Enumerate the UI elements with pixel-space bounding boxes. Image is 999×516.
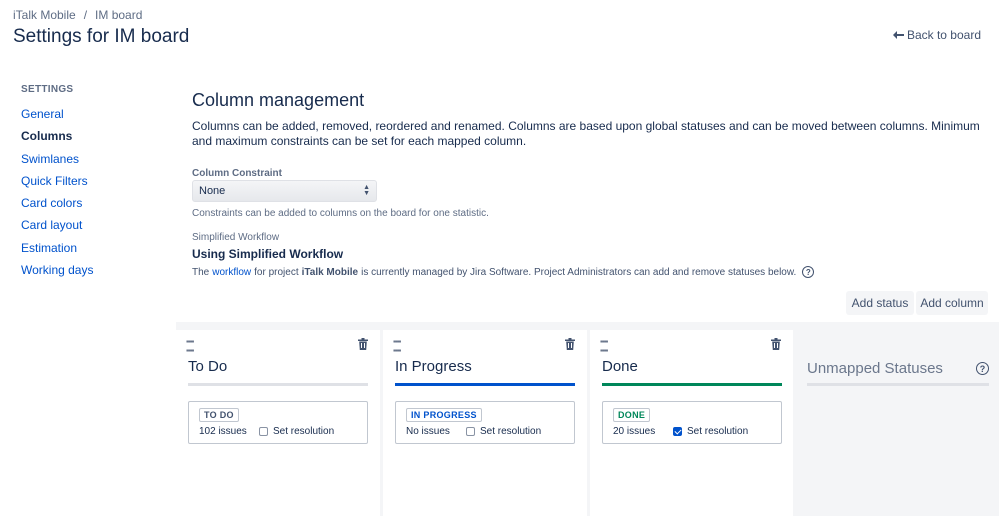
set-resolution-label: Set resolution (273, 426, 335, 437)
status-lozenge: DONE (613, 408, 651, 422)
column-title[interactable]: To Do (188, 358, 227, 375)
sidebar-item-card-layout[interactable]: Card layout (21, 214, 161, 236)
issue-count: No issues (406, 426, 450, 437)
status-card[interactable]: IN PROGRESS No issues Set resolution (395, 401, 575, 444)
page-title: Settings for IM board (13, 26, 190, 47)
set-resolution-checkbox[interactable] (466, 427, 475, 436)
column-bar (188, 383, 368, 386)
add-column-button[interactable]: Add column (916, 291, 988, 315)
simplified-workflow-label: Simplified Workflow (192, 232, 280, 243)
sidebar-section-title: SETTINGS (21, 84, 74, 95)
settings-sidebar: SETTINGS General Columns Swimlanes Quick… (21, 84, 161, 281)
column-done[interactable]: ▪▪▪▪ ▪▪▪▪ Done DONE 20 issues Set resolut… (590, 330, 793, 516)
set-resolution[interactable]: Set resolution (673, 426, 748, 437)
sidebar-item-estimation[interactable]: Estimation (21, 237, 161, 259)
simplified-workflow-text: The workflow for project iTalk Mobile is… (192, 266, 815, 278)
column-title[interactable]: In Progress (395, 358, 472, 375)
section-description: Columns can be added, removed, reordered… (192, 119, 980, 148)
set-resolution-label: Set resolution (687, 426, 749, 437)
add-status-button[interactable]: Add status (846, 291, 914, 315)
column-constraint-label: Column Constraint (192, 168, 282, 179)
status-card[interactable]: TO DO 102 issues Set resolution (188, 401, 368, 444)
column-management-section: Column management Columns can be added, … (192, 90, 982, 149)
sidebar-item-columns[interactable]: Columns (21, 125, 161, 147)
trash-icon[interactable] (565, 338, 575, 350)
status-lozenge: TO DO (199, 408, 239, 422)
sidebar-item-working-days[interactable]: Working days (21, 259, 161, 281)
column-constraint-select[interactable]: None ▲ ▼ (192, 180, 377, 202)
column-in-progress[interactable]: ▪▪▪▪ ▪▪▪▪ In Progress IN PROGRESS No issu… (383, 330, 587, 516)
unmapped-bar (807, 383, 989, 386)
simplified-workflow-heading: Using Simplified Workflow (192, 247, 344, 261)
status-card[interactable]: DONE 20 issues Set resolution (602, 401, 782, 444)
sw-text-part: is currently managed by Jira Software. P… (361, 266, 797, 278)
breadcrumb-project[interactable]: iTalk Mobile (13, 8, 76, 22)
issue-count: 102 issues (199, 426, 247, 437)
column-todo[interactable]: ▪▪▪▪ ▪▪▪▪ To Do TO DO 102 issues Set reso… (176, 330, 380, 516)
set-resolution-checkbox[interactable] (259, 427, 268, 436)
issue-count: 20 issues (613, 426, 656, 437)
drag-handle-icon[interactable]: ▪▪▪▪ ▪▪▪▪ (600, 337, 608, 355)
column-bar (395, 383, 575, 386)
back-to-board-label: Back to board (906, 28, 981, 42)
set-resolution-label: Set resolution (480, 426, 542, 437)
breadcrumb-separator: / (83, 8, 88, 22)
back-to-board-link[interactable]: Back to board (892, 28, 981, 42)
column-constraint-value: None (199, 185, 226, 197)
arrow-left-icon (892, 31, 904, 39)
sidebar-item-card-colors[interactable]: Card colors (21, 192, 161, 214)
sidebar-item-swimlanes[interactable]: Swimlanes (21, 148, 161, 170)
column-title[interactable]: Done (602, 358, 638, 375)
select-caret-icon: ▲ ▼ (363, 184, 370, 197)
workflow-link[interactable]: workflow (212, 267, 251, 278)
help-icon[interactable]: ? (802, 266, 815, 278)
unmapped-statuses-title: Unmapped Statuses (807, 360, 943, 377)
column-bar (602, 383, 782, 386)
project-name: iTalk Mobile (301, 266, 359, 278)
breadcrumb-board[interactable]: IM board (95, 8, 142, 22)
breadcrumb: iTalk Mobile / IM board (13, 8, 142, 22)
drag-handle-icon[interactable]: ▪▪▪▪ ▪▪▪▪ (186, 337, 194, 355)
section-heading: Column management (192, 90, 365, 110)
sidebar-item-general[interactable]: General (21, 103, 161, 125)
drag-handle-icon[interactable]: ▪▪▪▪ ▪▪▪▪ (393, 337, 401, 355)
set-resolution[interactable]: Set resolution (259, 426, 334, 437)
trash-icon[interactable] (358, 338, 368, 350)
help-icon[interactable]: ? (976, 362, 989, 375)
set-resolution[interactable]: Set resolution (466, 426, 541, 437)
constraint-hint: Constraints can be added to columns on t… (192, 208, 489, 219)
set-resolution-checkbox[interactable] (673, 427, 682, 436)
sw-text-part: The (192, 266, 210, 278)
sidebar-item-quick-filters[interactable]: Quick Filters (21, 170, 161, 192)
status-lozenge: IN PROGRESS (406, 408, 482, 422)
trash-icon[interactable] (771, 338, 781, 350)
sw-text-part: for project (254, 266, 299, 278)
